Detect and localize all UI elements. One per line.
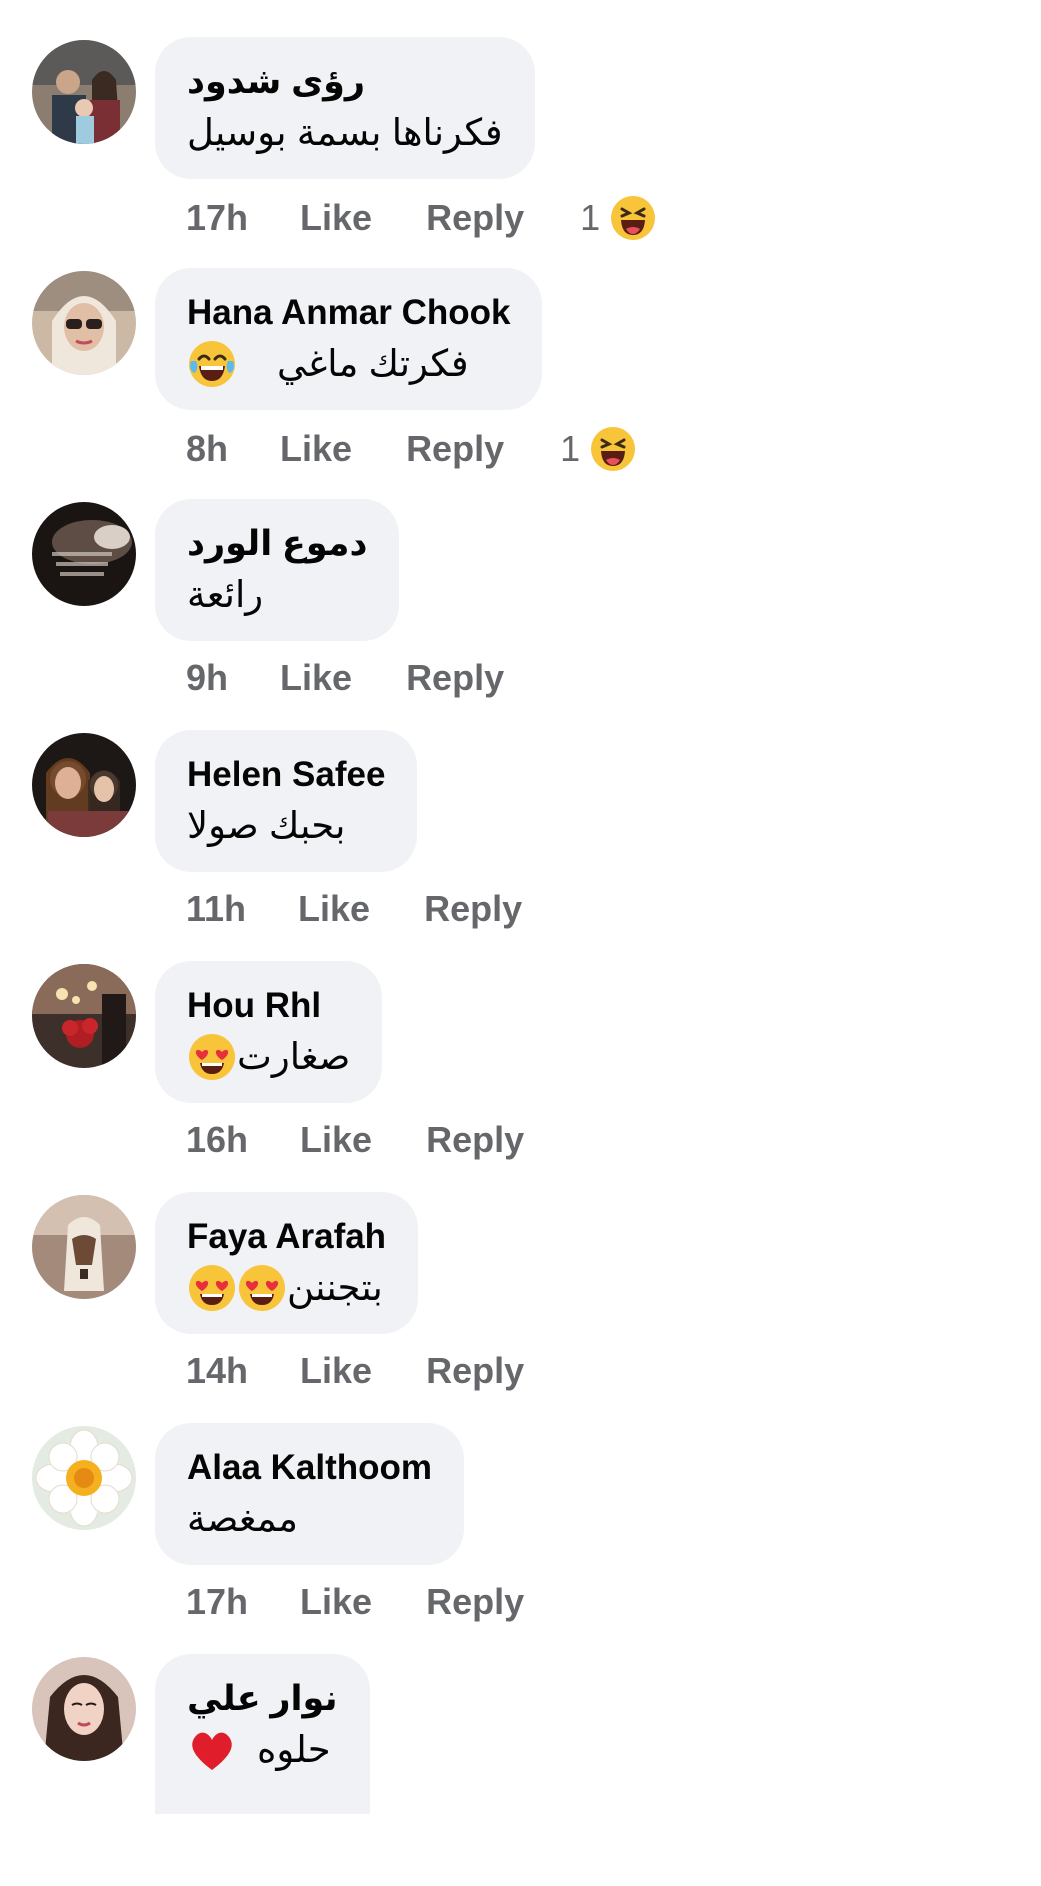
comment-body: ممغصة — [187, 1493, 432, 1545]
like-button[interactable]: Like — [300, 1119, 372, 1161]
comment-body: بتجننن — [187, 1262, 386, 1314]
reply-button[interactable]: Reply — [406, 657, 504, 699]
like-button[interactable]: Like — [280, 428, 352, 470]
like-button[interactable]: Like — [300, 197, 372, 239]
comment-timestamp[interactable]: 17h — [186, 197, 248, 239]
comment-timestamp[interactable]: 17h — [186, 1581, 248, 1623]
comment-text: رائعة — [187, 574, 264, 615]
like-button[interactable]: Like — [300, 1350, 372, 1392]
comment-text: بتجننن — [287, 1267, 383, 1308]
comment-bubble: Helen Safee بحبك صولا — [155, 730, 418, 872]
comment-timestamp[interactable]: 14h — [186, 1350, 248, 1392]
comment-bubble: رؤى شدود فكرناها بسمة بوسيل — [155, 37, 535, 179]
comment-item: رؤى شدود فكرناها بسمة بوسيل 17h Like Rep… — [0, 37, 1041, 269]
avatar[interactable] — [32, 733, 136, 837]
red-heart-emoji — [187, 1725, 237, 1775]
comment-timestamp[interactable]: 9h — [186, 657, 228, 699]
reaction-summary[interactable]: 1 — [580, 195, 656, 241]
like-button[interactable]: Like — [280, 657, 352, 699]
comment-body: فكرناها بسمة بوسيل — [187, 107, 503, 159]
comment-actions: 16h Like Reply — [186, 1119, 524, 1161]
comment-item: Helen Safee بحبك صولا 11h Like Reply — [0, 730, 1041, 962]
avatar[interactable] — [32, 40, 136, 144]
reply-button[interactable]: Reply — [426, 1581, 524, 1623]
comment-actions: 11h Like Reply — [186, 888, 522, 930]
comment-actions: 17h Like Reply — [186, 1581, 524, 1623]
comment-actions: 17h Like Reply 1 — [186, 195, 656, 241]
like-button[interactable]: Like — [298, 888, 370, 930]
comment-item: Faya Arafah بتجننن 14h Like Reply — [0, 1192, 1041, 1424]
comment-actions: 9h Like Reply — [186, 657, 504, 699]
comment-author[interactable]: Hana Anmar Chook — [187, 290, 510, 336]
comment-item: Alaa Kalthoom ممغصة 17h Like Reply — [0, 1423, 1041, 1655]
comment-text: ممغصة — [187, 1498, 298, 1539]
comment-bubble: Hana Anmar Chook فكرتك ماغي — [155, 268, 543, 410]
reply-button[interactable]: Reply — [426, 197, 524, 239]
comment-bubble: دموع الورد رائعة — [155, 499, 400, 641]
comment-body: فكرتك ماغي — [187, 338, 510, 390]
comment-bubble: Hou Rhl صغارت — [155, 961, 383, 1103]
reaction-count: 1 — [580, 197, 601, 238]
comment-timestamp[interactable]: 11h — [186, 888, 246, 930]
reply-button[interactable]: Reply — [426, 1350, 524, 1392]
comment-bubble: Faya Arafah بتجننن — [155, 1192, 419, 1334]
comment-timestamp[interactable]: 8h — [186, 428, 228, 470]
reply-button[interactable]: Reply — [426, 1119, 524, 1161]
heart-eyes-emoji — [187, 1032, 237, 1082]
comment-author[interactable]: Helen Safee — [187, 752, 385, 798]
avatar[interactable] — [32, 271, 136, 375]
comment-author[interactable]: دموع الورد — [187, 521, 367, 567]
comment-timestamp[interactable]: 16h — [186, 1119, 248, 1161]
comment-actions: 8h Like Reply 1 — [186, 426, 636, 472]
reaction-count: 1 — [560, 428, 581, 469]
comment-text: فكرتك ماغي — [277, 343, 469, 384]
comment-text: بحبك صولا — [187, 805, 346, 846]
like-button[interactable]: Like — [300, 1581, 372, 1623]
haha-reaction-icon — [610, 195, 656, 241]
comment-body: حلوه — [187, 1724, 338, 1776]
comment-text: فكرناها بسمة بوسيل — [187, 112, 503, 153]
tears-of-joy-emoji — [187, 339, 237, 389]
comment-item: Hou Rhl صغارت 16h Like Reply — [0, 961, 1041, 1193]
avatar[interactable] — [32, 1426, 136, 1530]
comment-bubble: Alaa Kalthoom ممغصة — [155, 1423, 465, 1565]
reply-button[interactable]: Reply — [424, 888, 522, 930]
reaction-summary[interactable]: 1 — [560, 426, 636, 472]
haha-reaction-icon — [590, 426, 636, 472]
comment-text: حلوه — [257, 1729, 331, 1770]
avatar[interactable] — [32, 1657, 136, 1761]
comments-list: رؤى شدود فكرناها بسمة بوسيل 17h Like Rep… — [0, 0, 1041, 1814]
comment-author[interactable]: Alaa Kalthoom — [187, 1445, 432, 1491]
avatar[interactable] — [32, 1195, 136, 1299]
comment-body: بحبك صولا — [187, 800, 385, 852]
avatar[interactable] — [32, 964, 136, 1068]
heart-eyes-emoji — [187, 1263, 237, 1313]
comment-text: صغارت — [237, 1036, 351, 1077]
comment-item: Hana Anmar Chook فكرتك ماغي 8h Like Repl… — [0, 268, 1041, 500]
comment-author[interactable]: رؤى شدود — [187, 59, 503, 105]
avatar[interactable] — [32, 502, 136, 606]
comment-author[interactable]: نوار علي — [187, 1676, 338, 1722]
heart-eyes-emoji — [237, 1263, 287, 1313]
comment-body: رائعة — [187, 569, 367, 621]
comment-body: صغارت — [187, 1031, 350, 1083]
comment-actions: 14h Like Reply — [186, 1350, 524, 1392]
reply-button[interactable]: Reply — [406, 428, 504, 470]
comment-author[interactable]: Hou Rhl — [187, 983, 350, 1029]
comment-author[interactable]: Faya Arafah — [187, 1214, 386, 1260]
comment-bubble: نوار علي حلوه — [155, 1654, 370, 1814]
comment-item: نوار علي حلوه — [0, 1654, 1041, 1886]
comment-item: دموع الورد رائعة 9h Like Reply — [0, 499, 1041, 731]
